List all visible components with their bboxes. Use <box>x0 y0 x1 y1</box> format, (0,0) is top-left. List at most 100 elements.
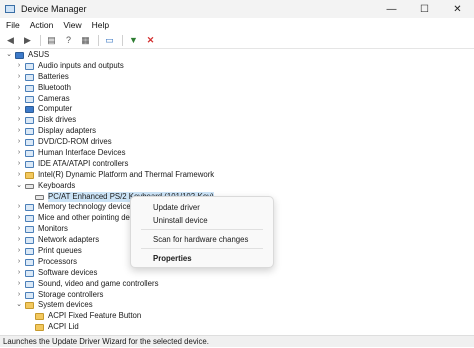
chevron-right-icon[interactable]: › <box>15 235 23 246</box>
mouse-icon <box>25 215 34 223</box>
chevron-right-icon[interactable]: › <box>15 104 23 115</box>
chevron-right-icon[interactable]: › <box>15 94 23 105</box>
maximize-button[interactable]: ☐ <box>408 0 441 18</box>
chevron-right-icon[interactable]: › <box>15 159 23 170</box>
uninstall-icon[interactable]: ✕ <box>143 34 158 47</box>
disable-icon[interactable]: ▼ <box>126 34 141 47</box>
window-controls: — ☐ ✕ <box>375 0 474 18</box>
tree-category[interactable]: › Disk drives <box>0 115 474 126</box>
tree-device[interactable]: ACPI Fixed Feature Button <box>0 311 474 322</box>
keyboard-icon <box>35 194 44 200</box>
scan-icon[interactable]: ▭ <box>102 34 117 47</box>
menu-view[interactable]: View <box>58 20 86 30</box>
tree-category[interactable]: › Audio inputs and outputs <box>0 61 474 72</box>
chevron-right-icon[interactable]: › <box>15 268 23 279</box>
keyboard-icon <box>25 183 34 189</box>
computer-icon <box>15 51 24 59</box>
storage-icon <box>25 291 34 299</box>
tree-category[interactable]: › Software devices <box>0 268 474 279</box>
chevron-right-icon[interactable]: › <box>15 213 23 224</box>
chevron-right-icon[interactable]: › <box>15 170 23 181</box>
software-device-icon <box>25 269 34 277</box>
chevron-right-icon[interactable]: › <box>15 126 23 137</box>
tree-category[interactable]: › Display adapters <box>0 126 474 137</box>
tree-root[interactable]: ⌄ ASUS <box>0 50 474 61</box>
battery-icon <box>25 73 34 81</box>
help-icon[interactable]: ? <box>61 34 76 47</box>
camera-icon <box>25 95 34 103</box>
menu-separator <box>141 248 263 249</box>
thermal-framework-icon <box>25 171 34 179</box>
chevron-right-icon[interactable]: › <box>15 224 23 235</box>
device-manager-icon <box>5 5 15 13</box>
dvd-icon <box>25 139 34 147</box>
audio-icon <box>25 62 34 70</box>
tree-category-keyboards[interactable]: ⌄ Keyboards <box>0 181 474 192</box>
disk-icon <box>25 117 34 125</box>
chevron-right-icon[interactable]: › <box>15 72 23 83</box>
chevron-right-icon[interactable]: › <box>15 83 23 94</box>
tree-category[interactable]: › Storage controllers <box>0 290 474 301</box>
status-bar: Launches the Update Driver Wizard for th… <box>0 335 474 347</box>
processor-icon <box>25 258 34 266</box>
menu-item-scan-hardware[interactable]: Scan for hardware changes <box>153 235 248 244</box>
chevron-right-icon[interactable]: › <box>15 257 23 268</box>
update-driver-icon[interactable]: ▦ <box>78 34 93 47</box>
network-icon <box>25 237 34 245</box>
tree-category-system[interactable]: ⌄ System devices <box>0 300 474 311</box>
toolbar: ◀ ▶ ▤ ? ▦ ▭ ▼ ✕ <box>0 32 474 49</box>
bluetooth-icon <box>25 84 34 92</box>
menu-help[interactable]: Help <box>87 20 114 30</box>
tree-category[interactable]: › Computer <box>0 104 474 115</box>
tree-category[interactable]: › Intel(R) Dynamic Platform and Thermal … <box>0 170 474 181</box>
system-device-icon <box>35 313 44 321</box>
tree-category[interactable]: › Cameras <box>0 94 474 105</box>
chevron-right-icon[interactable]: › <box>15 148 23 159</box>
chevron-right-icon[interactable]: › <box>15 202 23 213</box>
memory-icon <box>25 204 34 212</box>
menu-item-properties[interactable]: Properties <box>153 254 192 263</box>
monitor-icon <box>25 226 34 234</box>
properties-icon[interactable]: ▤ <box>44 34 59 47</box>
chevron-right-icon[interactable]: › <box>15 246 23 257</box>
hid-icon <box>25 149 34 157</box>
tree-category[interactable]: › Sound, video and game controllers <box>0 279 474 290</box>
tree-category[interactable]: › Bluetooth <box>0 83 474 94</box>
sound-icon <box>25 280 34 288</box>
ide-controller-icon <box>25 160 34 168</box>
menu-file[interactable]: File <box>0 20 25 30</box>
chevron-down-icon[interactable]: ⌄ <box>5 50 13 61</box>
close-button[interactable]: ✕ <box>441 0 474 18</box>
back-icon[interactable]: ◀ <box>3 34 18 47</box>
menu-bar: File Action View Help <box>0 18 474 32</box>
chevron-right-icon[interactable]: › <box>15 279 23 290</box>
menu-item-uninstall-device[interactable]: Uninstall device <box>153 216 208 225</box>
chevron-right-icon[interactable]: › <box>15 137 23 148</box>
chevron-right-icon[interactable]: › <box>15 290 23 301</box>
toolbar-separator <box>98 34 99 46</box>
tree-category[interactable]: › Human Interface Devices <box>0 148 474 159</box>
system-device-icon <box>35 324 44 332</box>
device-tree: ⌄ ASUS › Audio inputs and outputs › Batt… <box>0 50 474 335</box>
tree-category[interactable]: › Batteries <box>0 72 474 83</box>
title-bar: Device Manager — ☐ ✕ <box>0 0 474 18</box>
chevron-down-icon[interactable]: ⌄ <box>15 181 23 192</box>
minimize-button[interactable]: — <box>375 0 408 18</box>
chevron-down-icon[interactable]: ⌄ <box>15 300 23 311</box>
toolbar-separator <box>122 34 123 46</box>
chevron-right-icon[interactable]: › <box>15 115 23 126</box>
display-adapter-icon <box>25 128 34 136</box>
tree-device[interactable]: ACPI Lid <box>0 322 474 333</box>
tree-category[interactable]: › DVD/CD-ROM drives <box>0 137 474 148</box>
system-devices-icon <box>25 302 34 310</box>
menu-item-update-driver[interactable]: Update driver <box>153 203 200 212</box>
tree-category[interactable]: › IDE ATA/ATAPI controllers <box>0 159 474 170</box>
chevron-right-icon[interactable]: › <box>15 61 23 72</box>
toolbar-separator <box>40 34 41 46</box>
window-title: Device Manager <box>21 4 87 14</box>
forward-icon[interactable]: ▶ <box>20 34 35 47</box>
menu-separator <box>141 229 263 230</box>
context-menu: Update driver Uninstall device Scan for … <box>130 196 274 268</box>
computer-icon <box>25 106 34 114</box>
menu-action[interactable]: Action <box>25 20 59 30</box>
